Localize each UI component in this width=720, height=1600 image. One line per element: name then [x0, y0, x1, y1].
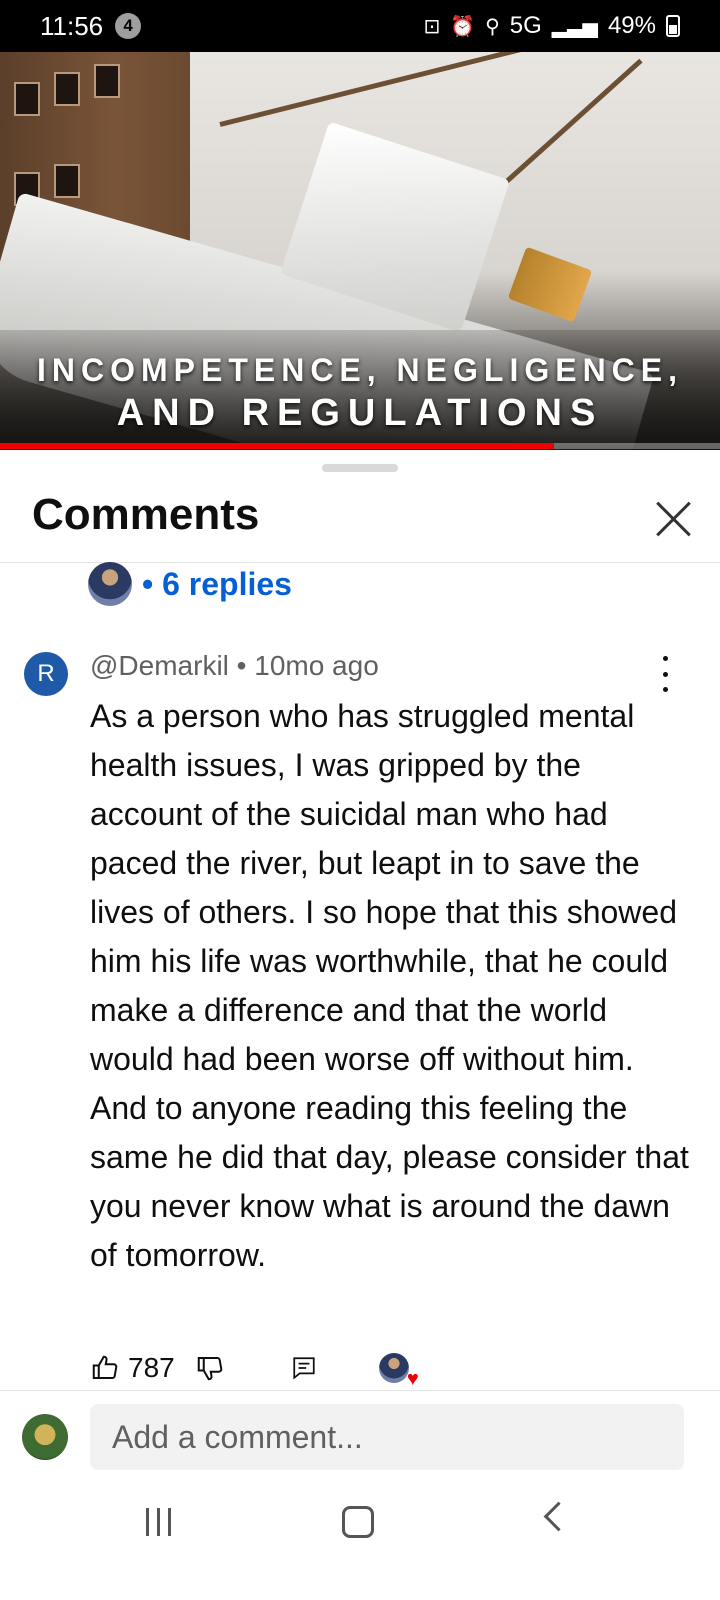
signal-icon: ▂▃▅	[551, 15, 598, 38]
more-options-icon[interactable]	[660, 656, 670, 692]
like-count: 787	[128, 1352, 175, 1383]
creator-heart-avatar: ♥	[378, 1353, 419, 1389]
comment-meta: @Demarkil • 10mo ago	[90, 650, 379, 681]
video-progress-bar[interactable]	[0, 443, 720, 449]
battery-label: 49%	[607, 12, 656, 39]
notification-badge: 4	[115, 13, 142, 39]
back-button[interactable]	[543, 1501, 574, 1532]
video-ship-funnel	[507, 246, 593, 323]
user-avatar	[22, 1414, 68, 1460]
status-bar: 11:56 4 ⊡ ⏰ ⚲ 5G ▂▃▅ 49%	[0, 0, 720, 52]
clock: 11:56	[40, 10, 104, 41]
close-icon[interactable]	[648, 492, 704, 548]
thumbs-up-icon[interactable]	[90, 1353, 120, 1383]
reply-icon[interactable]	[291, 1355, 317, 1381]
comments-header: Comments	[0, 482, 720, 563]
avatar[interactable]: R	[24, 652, 68, 696]
video-title-line2: AND REGULATIONS	[116, 392, 604, 434]
home-button[interactable]	[342, 1506, 374, 1538]
status-left: 11:56 4	[40, 10, 142, 42]
comments-title: Comments	[32, 490, 260, 539]
recents-button[interactable]	[146, 1508, 171, 1536]
replies-row[interactable]: • 6 replies	[88, 562, 292, 606]
comment-text: As a person who has struggled mental hea…	[90, 698, 689, 1273]
system-nav-bar	[0, 1480, 720, 1600]
video-title-line1: INCOMPETENCE, NEGLIGENCE,	[36, 352, 684, 388]
replies-link[interactable]: • 6 replies	[142, 566, 292, 603]
network-label: 5G	[509, 12, 542, 39]
sim-icon: ⊡	[423, 15, 441, 38]
thumbs-down-icon[interactable]	[195, 1353, 225, 1383]
heart-icon: ♥	[406, 1368, 419, 1390]
battery-icon	[666, 15, 680, 37]
add-comment-input[interactable]: Add a comment...	[90, 1404, 684, 1470]
location-icon: ⚲	[485, 15, 500, 38]
divider	[0, 1390, 720, 1391]
alarm-icon: ⏰	[450, 15, 476, 38]
video-player[interactable]: INCOMPETENCE, NEGLIGENCE, AND REGULATION…	[0, 52, 720, 450]
video-progress-fill	[0, 443, 555, 449]
status-right: ⊡ ⏰ ⚲ 5G ▂▃▅ 49%	[423, 12, 680, 40]
reply-avatar	[88, 562, 132, 606]
comment-actions: 787 ♥	[90, 1346, 419, 1390]
drag-handle[interactable]	[322, 464, 398, 472]
